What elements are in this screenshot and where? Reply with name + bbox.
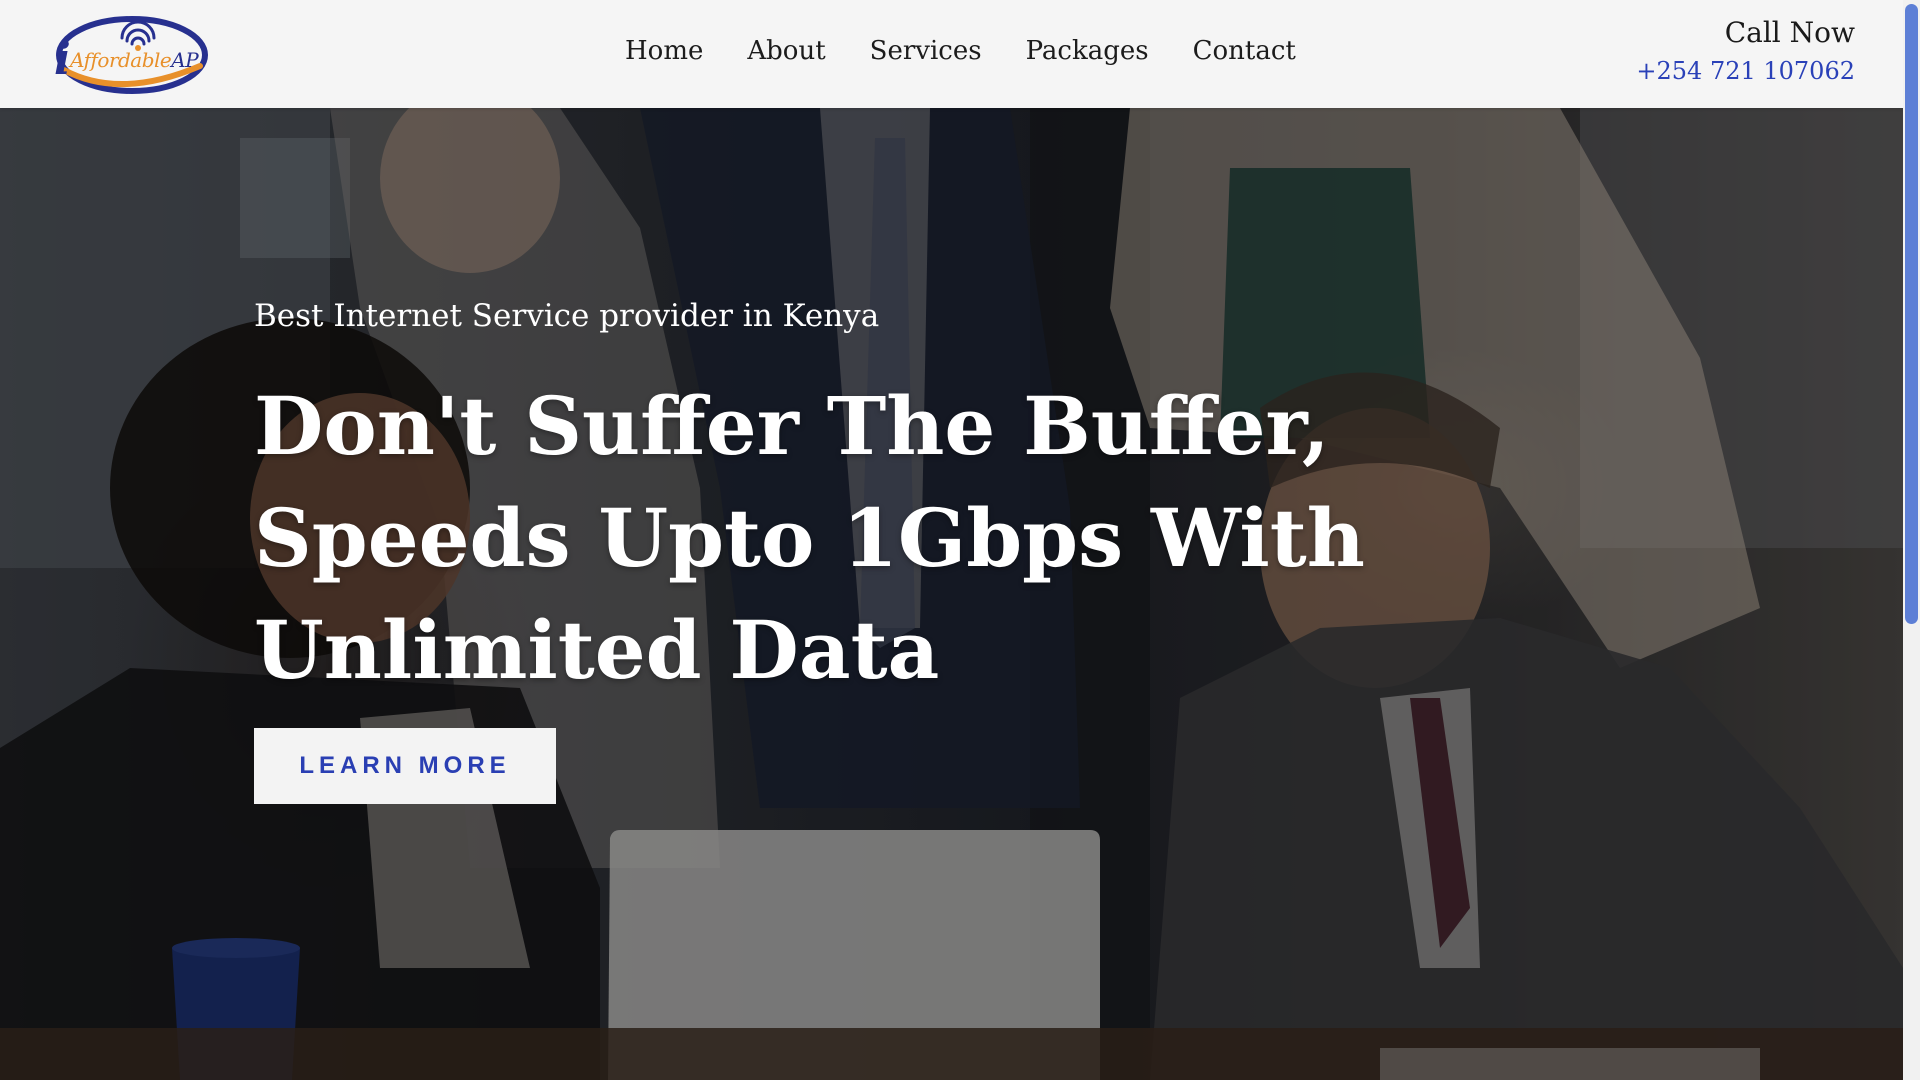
logo-wordmark: AffordableAP: [70, 48, 199, 72]
nav-contact-link[interactable]: Contact: [1193, 36, 1296, 66]
nav-about-link[interactable]: About: [747, 36, 825, 66]
hero-tagline: Best Internet Service provider in Kenya: [254, 298, 880, 334]
brand-logo[interactable]: i AffordableAP: [50, 8, 210, 100]
learn-more-button[interactable]: LEARN MORE: [254, 728, 556, 804]
logo-suffix: AP: [171, 48, 199, 72]
hero-section: Best Internet Service provider in Kenya …: [0, 108, 1903, 1080]
hero-headline-line-2: Speeds Upto 1Gbps With: [254, 491, 1365, 585]
hero-headline: Don't Suffer The Buffer, Speeds Upto 1Gb…: [254, 370, 1365, 706]
hero-content: Best Internet Service provider in Kenya …: [254, 298, 1365, 804]
hero-headline-line-3: Unlimited Data: [254, 603, 940, 697]
page-scrollbar[interactable]: [1903, 0, 1920, 1080]
call-now-block: Call Now +254 721 107062: [1636, 16, 1855, 85]
logo-letter: i: [54, 34, 71, 85]
wifi-signal-icon: [120, 20, 156, 46]
scrollbar-thumb[interactable]: [1905, 4, 1918, 624]
site-header: i AffordableAP Home About Services Packa…: [0, 0, 1903, 108]
main-nav: Home About Services Packages Contact: [625, 36, 1296, 66]
nav-packages-link[interactable]: Packages: [1026, 36, 1149, 66]
hero-headline-line-1: Don't Suffer The Buffer,: [254, 379, 1330, 473]
phone-link[interactable]: +254 721 107062: [1636, 57, 1855, 85]
nav-services-link[interactable]: Services: [870, 36, 982, 66]
logo-word: Affordable: [70, 48, 172, 72]
call-now-label: Call Now: [1724, 16, 1855, 49]
nav-home-link[interactable]: Home: [625, 36, 703, 66]
